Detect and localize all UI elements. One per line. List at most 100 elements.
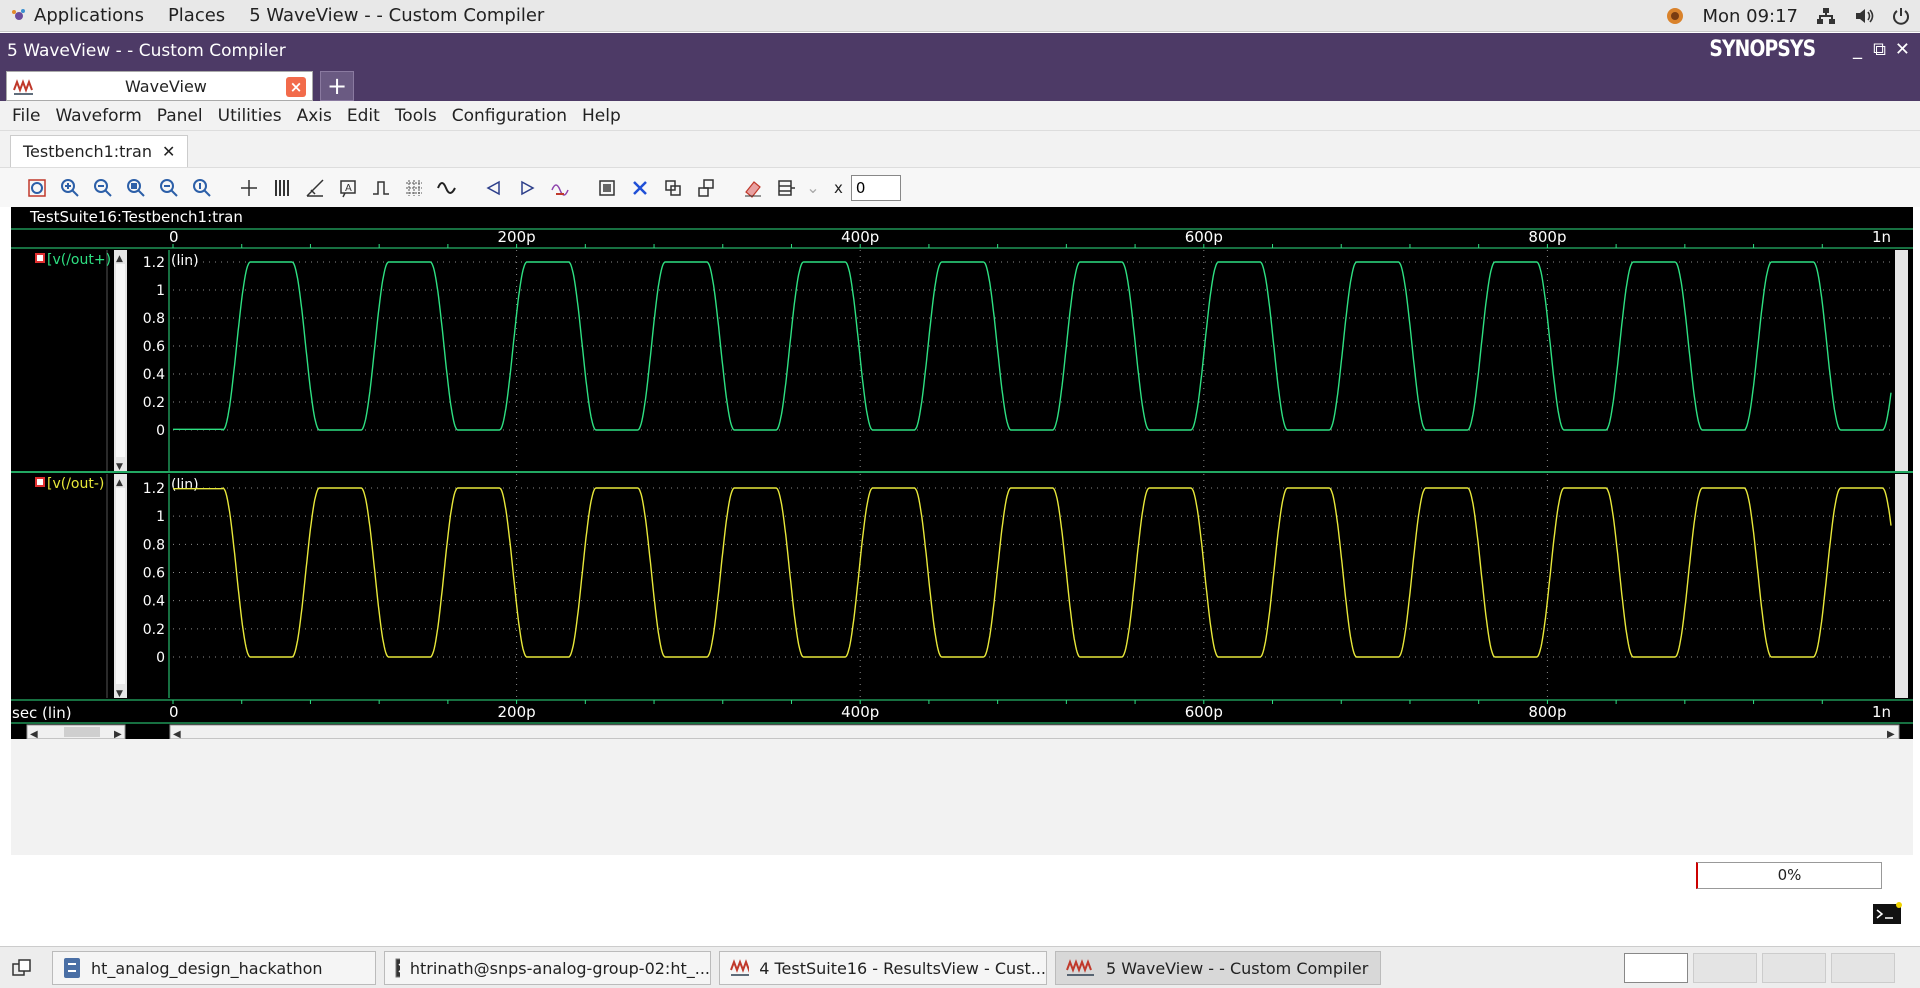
menu-waveform[interactable]: Waveform [55, 106, 141, 126]
network-icon[interactable] [1816, 7, 1836, 25]
window-title: 5 WaveView - - Custom Compiler [7, 41, 286, 61]
show-desktop-icon[interactable] [12, 959, 32, 977]
pulse-icon[interactable] [368, 175, 393, 200]
main-scrollbar[interactable] [169, 724, 1900, 740]
waveform-canvas[interactable]: TestSuite16:Testbench1:tran 0 200p 400p 600… [11, 207, 1913, 855]
next-icon[interactable] [514, 175, 539, 200]
terminal-icon [395, 958, 400, 978]
applications-menu-icon[interactable] [10, 7, 28, 25]
doc-tab-label: Testbench1:tran [23, 142, 152, 161]
taskbar: ht_analog_design_hackathon htrinath@snps… [0, 946, 1920, 988]
x-tick-label: 600p [1185, 228, 1223, 246]
signal-name[interactable]: [v(/out+) [47, 252, 111, 268]
active-window-label[interactable]: 5 WaveView - - Custom Compiler [249, 0, 544, 32]
sine-icon[interactable] [434, 175, 459, 200]
places-menu[interactable]: Places [168, 0, 225, 32]
signal-marker-icon[interactable] [35, 477, 45, 487]
menu-help[interactable]: Help [582, 106, 621, 126]
menu-file[interactable]: File [12, 106, 40, 126]
panel-scrollbar-thumb[interactable] [116, 488, 125, 684]
tab-close-icon[interactable]: × [286, 77, 306, 97]
menu-utilities[interactable]: Utilities [218, 106, 282, 126]
panel-scrollbar-thumb[interactable] [116, 264, 125, 457]
minimize-icon[interactable]: _ [1853, 39, 1862, 60]
menu-panel[interactable]: Panel [157, 106, 203, 126]
measure-icon[interactable] [302, 175, 327, 200]
x-value-input[interactable] [850, 174, 901, 201]
menu-edit[interactable]: Edit [347, 106, 380, 126]
zoom-in-icon[interactable] [57, 175, 82, 200]
power-icon[interactable] [1892, 7, 1910, 25]
workspace-1[interactable] [1624, 953, 1688, 983]
zoom-x-icon[interactable] [156, 175, 181, 200]
y-tick-label: 0.8 [143, 311, 165, 327]
zoom-fit-icon[interactable] [24, 175, 49, 200]
panel-right-scrollbar[interactable] [1895, 250, 1908, 471]
y-tick-label: 0.8 [143, 537, 165, 553]
x-axis-label: sec (lin) [12, 704, 72, 722]
signal-edit-icon[interactable] [547, 175, 572, 200]
waveform-panel-out-minus[interactable]: ▲ ▼ [v(/out-) (lin) 1.2 1 0.8 0.6 0.4 0.2 0 [35, 474, 1908, 699]
svg-text:◀: ◀ [173, 729, 181, 740]
crosshair-icon[interactable] [236, 175, 261, 200]
zoom-out-icon[interactable] [90, 175, 115, 200]
left-scrollbar-thumb[interactable] [64, 727, 100, 737]
workspace-3[interactable] [1762, 953, 1826, 983]
waveform-panel-out-plus[interactable]: ▲ ▼ [v(/out+) (lin) 1.2 1 0.8 0.6 0.4 0.2 0 [35, 250, 1908, 472]
x-tick-label: 1n [1872, 703, 1891, 721]
workspace-4[interactable] [1831, 953, 1895, 983]
task-results-view[interactable]: 4 TestSuite16 - ResultsView - Cust... [719, 951, 1047, 985]
close-icon[interactable]: ✕ [1895, 39, 1910, 60]
progress-indicator: 0% [1696, 862, 1882, 889]
scroll-up-icon[interactable]: ▲ [116, 478, 123, 488]
delete-icon[interactable] [627, 175, 652, 200]
doc-tab-close-icon[interactable]: ✕ [162, 142, 175, 161]
task-file-manager[interactable]: ht_analog_design_hackathon [52, 951, 376, 985]
panel-right-scrollbar[interactable] [1895, 474, 1908, 698]
menu-axis[interactable]: Axis [297, 106, 332, 126]
dropdown-arrow-icon[interactable]: ⌄ [806, 175, 820, 200]
y-tick-label: 0 [156, 423, 165, 439]
signal-name[interactable]: [v(/out-) [47, 476, 104, 492]
tab-waveview[interactable]: WaveView × [6, 71, 313, 101]
x-tick-label: 1n [1872, 228, 1891, 246]
previous-icon[interactable] [481, 175, 506, 200]
clock[interactable]: Mon 09:17 [1702, 6, 1798, 27]
x-tick-label: 200p [498, 228, 536, 246]
waveview-icon [13, 79, 33, 95]
panel-layout-icon[interactable] [773, 175, 798, 200]
restore-icon[interactable]: ⧉ [1873, 39, 1886, 60]
menu-configuration[interactable]: Configuration [452, 106, 567, 126]
scroll-up-icon[interactable]: ▲ [116, 254, 123, 264]
menu-bar: File Waveform Panel Utilities Axis Edit … [0, 101, 1920, 131]
window-titlebar[interactable]: 5 WaveView - - Custom Compiler SYNOPSYS … [0, 33, 1920, 69]
eraser-icon[interactable] [740, 175, 765, 200]
grid-icon[interactable] [401, 175, 426, 200]
copy-icon[interactable] [660, 175, 685, 200]
waveform-header: TestSuite16:Testbench1:tran [29, 208, 243, 226]
waveform-viewer[interactable]: TestSuite16:Testbench1:tran 0 200p 400p 600… [11, 207, 1913, 855]
zoom-y-icon[interactable] [189, 175, 214, 200]
split-icon[interactable] [693, 175, 718, 200]
workspace-2[interactable] [1693, 953, 1757, 983]
annotate-icon[interactable]: A [335, 175, 360, 200]
scroll-down-icon[interactable]: ▼ [116, 462, 123, 472]
tab-testbench1-tran[interactable]: Testbench1:tran ✕ [10, 135, 189, 167]
add-tab-button[interactable]: + [320, 71, 354, 101]
task-waveview[interactable]: 5 WaveView - - Custom Compiler [1055, 951, 1381, 985]
task-terminal[interactable]: htrinath@snps-analog-group-02:ht_... [384, 951, 711, 985]
fit-panel-icon[interactable] [594, 175, 619, 200]
menu-tools[interactable]: Tools [395, 106, 437, 126]
x-tick-label: 600p [1185, 703, 1223, 721]
scroll-down-icon[interactable]: ▼ [116, 689, 123, 699]
x-tick-label: 0 [169, 228, 179, 246]
y-tick-label: 1 [156, 283, 165, 299]
signal-marker-icon[interactable] [35, 253, 45, 263]
svg-text:▶: ▶ [1887, 729, 1895, 740]
notification-icon[interactable] [1666, 7, 1684, 25]
console-icon[interactable] [1873, 902, 1903, 924]
volume-icon[interactable] [1854, 7, 1874, 25]
vertical-markers-icon[interactable] [269, 175, 294, 200]
applications-menu[interactable]: Applications [34, 0, 144, 32]
zoom-box-icon[interactable] [123, 175, 148, 200]
